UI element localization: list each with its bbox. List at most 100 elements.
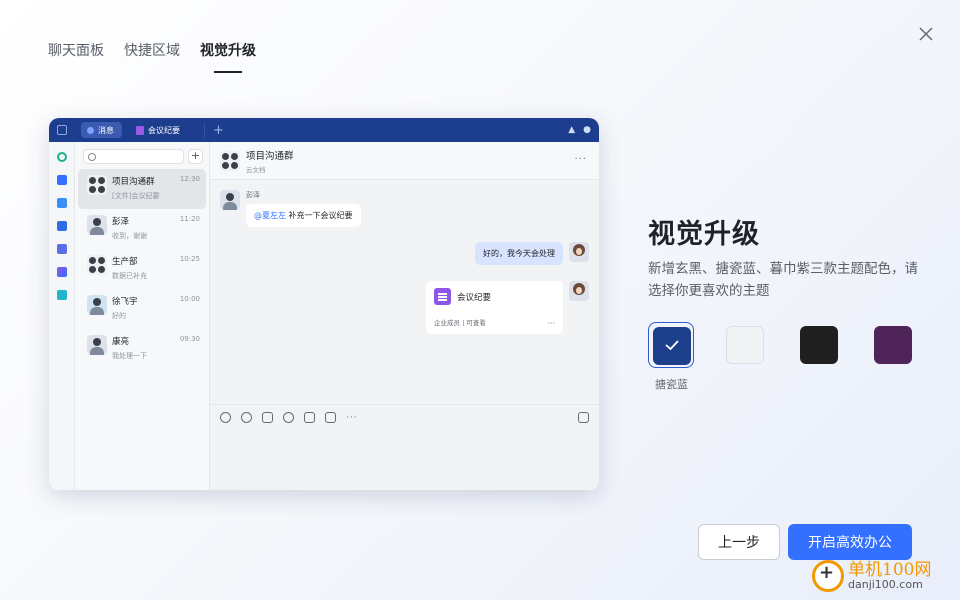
mail-icon	[56, 244, 67, 254]
close-icon[interactable]	[918, 26, 934, 42]
selected-theme-label: 搪瓷蓝	[655, 378, 688, 391]
theme-swatch-black[interactable]	[796, 322, 842, 368]
preview-tab-label: 会议纪要	[148, 125, 180, 135]
edit-icon	[578, 412, 589, 423]
watermark: 单机100网 danji100.com	[812, 560, 931, 592]
add-tab-icon: +	[204, 122, 224, 138]
chat-title: 项目沟通群	[246, 150, 294, 162]
avatar	[569, 281, 589, 301]
panel-description: 新增玄黑、搪瓷蓝、暮巾紫三款主题配色，请选择你更喜欢的主题	[648, 261, 918, 299]
docs-icon	[56, 175, 67, 185]
preview-tab-messages: 消息	[81, 122, 122, 138]
avatar	[87, 215, 107, 235]
tab-shortcut-area[interactable]: 快捷区域	[124, 40, 180, 70]
preview-titlebar: 消息 会议纪要 + ▲ ●	[49, 118, 599, 142]
swatch-fill	[800, 326, 838, 364]
list-item: 项目沟通群 12:30 [文件]会议纪要	[78, 169, 206, 209]
theme-preview-window: 消息 会议纪要 + ▲ ● + 项目沟通群 12:30 [文件]会议纪要 彭泽 …	[49, 118, 599, 490]
preview-sidebar-rail	[49, 142, 75, 490]
swatch-fill	[726, 326, 764, 364]
start-button[interactable]: 开启高效办公	[788, 524, 912, 560]
theme-swatch-light[interactable]	[722, 322, 768, 368]
cube-icon	[56, 290, 67, 300]
emoji-icon	[220, 412, 231, 423]
list-item: 彭泽 11:20 收到，谢谢	[78, 209, 206, 249]
chat-preview: 好的	[112, 312, 126, 320]
video-icon	[56, 221, 67, 231]
chat-time: 12:30	[179, 175, 200, 183]
chat-name: 生产部	[112, 257, 138, 267]
sender-name: 彭泽	[246, 191, 260, 199]
preview-titlebar-icons: ▲ ●	[568, 125, 591, 135]
avatar	[87, 335, 107, 355]
chat-subtitle: 云文档	[246, 165, 266, 174]
calendar-icon	[304, 412, 315, 423]
preview-chat-header: 项目沟通群 云文档 ···	[210, 142, 599, 180]
doc-icon	[136, 125, 144, 135]
outgoing-message: 好的，我今天会处理	[475, 242, 589, 265]
tab-chat-panel[interactable]: 聊天面板	[48, 40, 104, 70]
preview-tab-label: 消息	[98, 125, 114, 135]
doc-card: 会议纪要 企业成员 | 可查看 ···	[426, 281, 563, 334]
chat-preview: [文件]会议纪要	[112, 192, 160, 200]
list-item: 生产部 10:25 数据已补充	[78, 249, 206, 289]
preview-search-row: +	[75, 149, 209, 164]
chat-name: 徐飞宇	[112, 297, 138, 307]
message-bubble: @夏左左 补充一下会议纪要	[246, 204, 361, 227]
preview-add-icon: +	[188, 149, 203, 164]
calendar-icon	[56, 198, 67, 208]
avatar	[220, 190, 240, 210]
preview-tab-minutes: 会议纪要	[130, 122, 188, 138]
phone-icon	[283, 412, 294, 423]
group-avatar	[87, 175, 107, 195]
more-icon: ···	[574, 154, 587, 165]
incoming-message: 彭泽 @夏左左 补充一下会议纪要	[220, 190, 361, 227]
apps-icon: ▲	[568, 125, 576, 135]
avatar	[569, 242, 589, 262]
panel-title: 视觉升级	[648, 219, 760, 250]
theme-swatch-purple[interactable]	[870, 322, 916, 368]
watermark-logo-icon	[812, 560, 844, 592]
card-footer: 企业成员 | 可查看	[434, 319, 486, 327]
folder-icon	[262, 412, 273, 423]
outgoing-card-message: 会议纪要 企业成员 | 可查看 ···	[426, 281, 589, 334]
chat-time: 09:30	[179, 335, 200, 343]
watermark-url: danji100.com	[848, 578, 923, 591]
chat-name: 项目沟通群	[112, 177, 155, 187]
search-icon	[56, 152, 67, 162]
list-item: 康亮 09:30 我处理一下	[78, 329, 206, 369]
workbench-icon	[56, 267, 67, 277]
theme-swatch-enamel-blue[interactable]	[648, 322, 694, 368]
preview-chat-pane: 项目沟通群 云文档 ··· 彭泽 @夏左左 补充一下会议纪要 好的，我今天会处理	[210, 142, 599, 490]
more-icon: ···	[547, 319, 555, 328]
message-bubble: 好的，我今天会处理	[475, 242, 563, 265]
top-tabs: 聊天面板 快捷区域 视觉升级	[48, 40, 256, 73]
tab-visual-upgrade[interactable]: 视觉升级	[200, 40, 256, 73]
card-title: 会议纪要	[457, 292, 492, 303]
task-icon	[325, 412, 336, 423]
preview-input-toolbar: ···	[210, 404, 599, 430]
list-item: 徐飞宇 10:00 好的	[78, 289, 206, 329]
message-text: 补充一下会议纪要	[288, 211, 353, 220]
watermark-title: 单机100网	[848, 560, 932, 580]
chat-bubble-icon: ●	[583, 125, 591, 135]
chat-name: 彭泽	[112, 217, 130, 227]
more-icon: ···	[346, 412, 358, 423]
theme-swatches	[648, 322, 916, 368]
chat-time: 10:00	[179, 295, 200, 303]
message-icon	[87, 126, 94, 134]
group-avatar	[87, 255, 107, 275]
preview-chat-list: + 项目沟通群 12:30 [文件]会议纪要 彭泽 11:20 收到，谢谢 生产…	[75, 142, 210, 490]
chat-time: 10:25	[179, 255, 200, 263]
avatar	[87, 295, 107, 315]
scissors-icon	[241, 412, 252, 423]
group-avatar	[220, 150, 240, 171]
check-icon	[665, 340, 679, 351]
previous-button[interactable]: 上一步	[698, 524, 780, 560]
chat-preview: 收到，谢谢	[112, 232, 147, 240]
preview-body: + 项目沟通群 12:30 [文件]会议纪要 彭泽 11:20 收到，谢谢 生产…	[49, 142, 599, 490]
preview-search-box	[83, 149, 184, 164]
swatch-fill	[874, 326, 912, 364]
chat-preview: 数据已补充	[112, 272, 147, 280]
app-logo-icon	[57, 125, 67, 135]
